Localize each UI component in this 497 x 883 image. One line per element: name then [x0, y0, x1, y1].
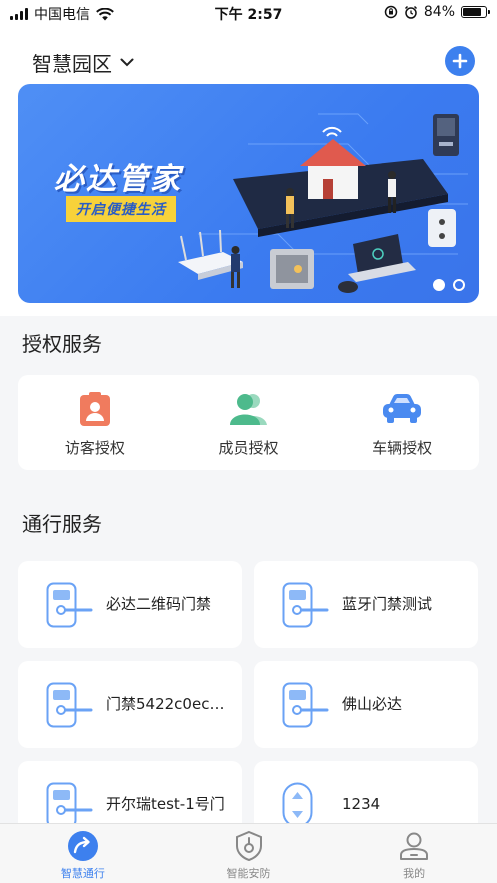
park-selector[interactable]: 智慧园区 [32, 48, 134, 77]
chevron-down-icon [120, 58, 134, 67]
pass-name: 门禁5422c0ec… [106, 695, 225, 713]
tab-label: 智慧通行 [60, 867, 105, 880]
car-icon [383, 394, 422, 423]
vehicle-auth-label: 车辆授权 [372, 439, 433, 457]
header: 智慧园区 [0, 26, 497, 86]
banner-carousel[interactable]: 必达管家 开启便捷生活 [18, 84, 479, 303]
auth-card: 访客授权 成员授权 车辆授权 [18, 375, 479, 470]
banner-dot[interactable] [453, 279, 465, 291]
pass-card[interactable]: 佛山必达 [254, 661, 478, 748]
pass-name: 蓝牙门禁测试 [342, 595, 433, 613]
member-auth-button[interactable]: 成员授权 [172, 375, 326, 470]
door-lock-icon [46, 782, 93, 828]
elevator-icon [282, 782, 313, 828]
park-name: 智慧园区 [32, 52, 112, 76]
member-auth-label: 成员授权 [218, 439, 279, 457]
tab-smart-pass[interactable]: 智慧通行 [0, 824, 166, 883]
rotation-lock-icon [384, 5, 398, 19]
visitor-badge-icon [79, 392, 110, 426]
pass-card[interactable]: 蓝牙门禁测试 [254, 561, 478, 648]
shield-icon [235, 830, 262, 862]
banner-title: 必达管家 [54, 162, 182, 197]
pass-card[interactable]: 门禁5422c0ec… [18, 661, 242, 748]
vehicle-auth-button[interactable]: 车辆授权 [325, 375, 479, 470]
visitor-auth-label: 访客授权 [64, 439, 125, 457]
status-bar: 中国电信 下午 2:57 84% [0, 0, 497, 26]
tab-label: 智能安防 [226, 867, 271, 880]
tab-bar: 智慧通行 智能安防 我的 [0, 823, 497, 883]
alarm-icon [404, 5, 417, 19]
banner-pagination [433, 279, 465, 291]
profile-icon [400, 832, 429, 860]
tab-label: 我的 [403, 867, 426, 880]
tab-profile[interactable]: 我的 [331, 824, 497, 883]
plus-icon [452, 53, 468, 69]
battery-percent: 84% [423, 4, 455, 20]
visitor-auth-button[interactable]: 访客授权 [18, 375, 172, 470]
pass-arrow-icon [67, 831, 98, 861]
door-lock-icon [46, 582, 93, 628]
pass-name: 佛山必达 [342, 695, 403, 713]
door-lock-icon [282, 582, 329, 628]
members-icon [229, 394, 267, 425]
tab-security[interactable]: 智能安防 [166, 824, 332, 883]
pass-name: 必达二维码门禁 [106, 595, 212, 613]
banner-dot-active[interactable] [433, 279, 445, 291]
door-lock-icon [46, 682, 93, 728]
add-button[interactable] [445, 46, 475, 76]
banner-subtitle: 开启便捷生活 [66, 196, 176, 222]
door-lock-icon [282, 682, 329, 728]
pass-section-title: 通行服务 [22, 512, 102, 536]
pass-card[interactable]: 必达二维码门禁 [18, 561, 242, 648]
battery-icon [461, 6, 490, 18]
top-area: 智慧园区 必达管家 开启便捷生活 [0, 26, 497, 316]
auth-section-title: 授权服务 [22, 332, 102, 356]
